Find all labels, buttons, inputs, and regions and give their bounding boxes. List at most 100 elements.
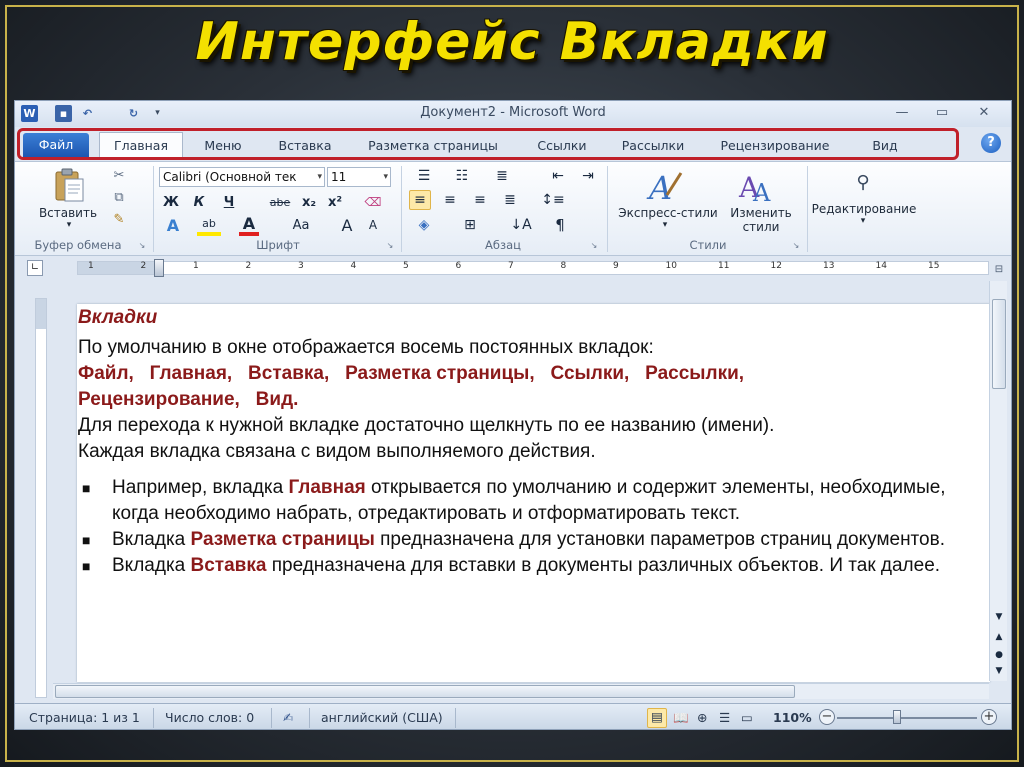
shading-icon[interactable]: ◈: [409, 214, 439, 236]
change-case-button[interactable]: Aa: [287, 214, 315, 236]
decrease-indent-icon[interactable]: ⇤: [547, 166, 569, 186]
text-effects-icon[interactable]: A: [161, 214, 185, 236]
zoom-out-button[interactable]: −: [819, 709, 835, 725]
slide-title: Интерфейс Вкладки: [195, 12, 829, 72]
next-page-icon[interactable]: ▼: [992, 665, 1006, 677]
multilevel-list-icon[interactable]: ≣: [485, 166, 519, 186]
clipboard-launcher-icon[interactable]: ↘: [137, 240, 147, 250]
strikethrough-button[interactable]: abe: [267, 192, 293, 212]
svg-text:A: A: [646, 169, 672, 205]
status-separator: [153, 708, 154, 728]
paste-label[interactable]: Вставить: [35, 206, 101, 220]
quick-styles-label[interactable]: Экспресс-стили: [613, 206, 723, 220]
vertical-ruler[interactable]: [35, 298, 47, 698]
horizontal-scrollbar[interactable]: [53, 683, 989, 699]
full-screen-reading-icon[interactable]: 📖: [673, 710, 689, 726]
tab-selector-icon[interactable]: ∟: [27, 260, 43, 276]
zoom-level[interactable]: 110%: [773, 710, 812, 725]
svg-text:A: A: [752, 179, 771, 205]
clear-formatting-icon[interactable]: ⌫: [363, 192, 383, 212]
group-separator: [807, 166, 808, 252]
doc-line-2: Каждая вкладка связана с видом выполняем…: [78, 441, 596, 462]
font-launcher-icon[interactable]: ↘: [385, 240, 395, 250]
status-page[interactable]: Страница: 1 из 1: [29, 710, 140, 725]
line-spacing-icon[interactable]: ↕≡: [537, 190, 569, 210]
status-words[interactable]: Число слов: 0: [165, 710, 254, 725]
paragraph-launcher-icon[interactable]: ↘: [589, 240, 599, 250]
paste-dropdown-icon[interactable]: ▾: [59, 220, 79, 230]
ruler-tick-label: 4: [350, 261, 357, 271]
minimize-icon[interactable]: —: [889, 104, 915, 122]
change-styles-icon[interactable]: A A: [735, 166, 779, 206]
binoculars-icon[interactable]: ⚲: [847, 168, 879, 196]
change-styles-label-1[interactable]: Изменить: [723, 206, 799, 220]
numbering-icon[interactable]: ☷: [447, 166, 477, 186]
status-language[interactable]: английский (США): [321, 710, 443, 725]
grow-font-button[interactable]: A: [337, 214, 357, 236]
styles-launcher-icon[interactable]: ↘: [791, 240, 801, 250]
format-painter-icon[interactable]: ✎: [109, 210, 129, 228]
zoom-slider[interactable]: [837, 717, 977, 719]
copy-icon[interactable]: ⧉: [109, 188, 129, 206]
align-right-icon[interactable]: ≡: [469, 190, 491, 210]
quick-styles-icon[interactable]: A: [643, 166, 687, 206]
shrink-font-button[interactable]: A: [363, 214, 383, 236]
bullet-text: предназначена для установки параметров с…: [374, 529, 945, 550]
cut-icon[interactable]: ✂: [109, 166, 129, 184]
increase-indent-icon[interactable]: ⇥: [577, 166, 599, 186]
bullet-text: предназначена для вставки в документы ра…: [266, 555, 941, 576]
scrollbar-thumb[interactable]: [55, 685, 795, 698]
editing-label[interactable]: Редактирование: [809, 202, 919, 216]
group-separator: [153, 166, 154, 252]
zoom-slider-knob[interactable]: [893, 710, 901, 724]
show-marks-button[interactable]: ¶: [549, 214, 571, 236]
align-center-icon[interactable]: ≡: [439, 190, 461, 210]
indent-marker[interactable]: [154, 259, 164, 277]
maximize-icon[interactable]: ▭: [929, 104, 955, 122]
web-layout-icon[interactable]: ⊕: [697, 710, 707, 725]
ruler-tick-label: 7: [508, 261, 514, 271]
ruler-tick-label: 15: [928, 261, 940, 271]
outline-icon[interactable]: ☰: [719, 710, 730, 725]
scroll-down-icon[interactable]: ▼: [992, 611, 1006, 623]
vertical-scrollbar[interactable]: ▼ ▲ ● ▼: [989, 281, 1007, 681]
view-ruler-icon[interactable]: ⊟: [991, 262, 1007, 276]
bullets-icon[interactable]: ☰: [409, 166, 439, 186]
title-bar: W ▪ ↶ ↻ ▾ Документ2 - Microsoft Word — ▭…: [15, 101, 1011, 127]
italic-button[interactable]: К: [189, 192, 209, 212]
proofing-icon[interactable]: ✍: [283, 710, 293, 725]
status-separator: [309, 708, 310, 728]
chevron-down-icon[interactable]: ▾: [655, 220, 675, 230]
bold-button[interactable]: Ж: [161, 192, 181, 212]
sort-icon[interactable]: ↓A: [507, 214, 535, 236]
scrollbar-thumb[interactable]: [992, 299, 1006, 389]
font-name-combo[interactable]: Calibri (Основной тек ▾: [159, 167, 325, 187]
highlight-icon[interactable]: ab: [197, 214, 221, 236]
chevron-down-icon[interactable]: ▾: [853, 216, 873, 226]
help-icon[interactable]: ?: [981, 133, 1001, 153]
font-color-icon[interactable]: A: [239, 214, 259, 236]
paste-icon[interactable]: [49, 166, 89, 204]
superscript-button[interactable]: x²: [325, 192, 345, 212]
browse-object-icon[interactable]: ●: [992, 649, 1006, 661]
borders-icon[interactable]: ⊞: [455, 214, 485, 236]
change-styles-label-2[interactable]: стили: [723, 220, 799, 234]
document-text[interactable]: Вкладки По умолчанию в окне отображается…: [78, 305, 978, 579]
vruler-margin: [36, 299, 46, 329]
align-left-icon[interactable]: ≡: [409, 190, 431, 210]
bullet-keyword: Главная: [288, 477, 366, 498]
print-layout-icon[interactable]: ▤: [647, 708, 667, 728]
bullet-text: Вкладка: [112, 555, 191, 576]
horizontal-ruler[interactable]: 1 2 1 2 3 4 5 6 7 8 9 10 11 12 13 14 15: [77, 259, 989, 277]
zoom-in-button[interactable]: +: [981, 709, 997, 725]
underline-button[interactable]: Ч: [219, 192, 239, 212]
subscript-button[interactable]: x₂: [299, 192, 319, 212]
bullet-icon: ■: [82, 480, 91, 496]
font-size-combo[interactable]: 11 ▾: [327, 167, 391, 187]
close-icon[interactable]: ✕: [971, 104, 997, 122]
window-title: Документ2 - Microsoft Word: [420, 105, 606, 120]
doc-heading: Вкладки: [78, 307, 158, 328]
justify-icon[interactable]: ≣: [499, 190, 521, 210]
previous-page-icon[interactable]: ▲: [992, 631, 1006, 643]
draft-icon[interactable]: ▭: [741, 710, 753, 725]
